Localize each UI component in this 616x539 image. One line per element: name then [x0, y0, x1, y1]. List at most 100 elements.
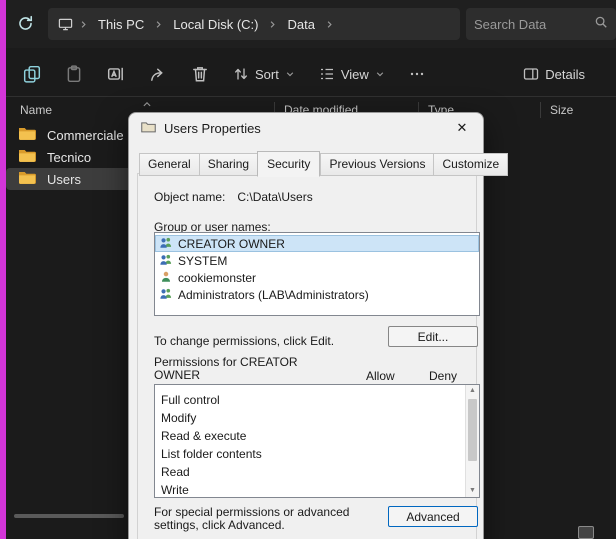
folder-icon [18, 148, 37, 166]
dialog-tabs: General Sharing Security Previous Versio… [139, 151, 508, 176]
search-box [466, 8, 616, 40]
user-name: cookiemonster [178, 271, 256, 285]
deny-column-label: Deny [429, 369, 457, 383]
dialog-folder-icon [141, 121, 156, 136]
view-icon [319, 66, 335, 82]
explorer-toolbar: Sort View [6, 52, 616, 96]
more-options-button[interactable] [400, 59, 434, 89]
group-icon [159, 236, 173, 252]
view-button[interactable]: View [310, 59, 394, 89]
column-header-size[interactable]: Size [550, 103, 573, 117]
view-label: View [341, 67, 369, 82]
permission-row-read-execute[interactable]: Read & execute [155, 427, 479, 445]
dialog-titlebar[interactable]: Users Properties ✕ [129, 113, 483, 143]
sort-button[interactable]: Sort [224, 59, 304, 89]
search-icon [594, 15, 608, 34]
group-name: SYSTEM [178, 254, 227, 268]
permission-name: Read [161, 465, 190, 479]
column-divider[interactable] [540, 102, 541, 118]
details-label: Details [545, 67, 585, 82]
user-icon [159, 270, 173, 286]
chevron-right-icon [154, 20, 163, 29]
chevron-right-icon [325, 20, 334, 29]
paste-icon [65, 65, 83, 83]
details-button[interactable]: Details [514, 59, 594, 89]
copy-icon [23, 65, 41, 83]
file-name: Commerciale [47, 128, 124, 143]
chevron-down-icon [285, 69, 295, 79]
scroll-down-arrow-icon[interactable]: ▼ [466, 485, 479, 497]
permissions-for-label: Permissions for CREATOR OWNER [154, 356, 314, 382]
copy-button[interactable] [14, 58, 50, 90]
refresh-button[interactable] [12, 12, 38, 38]
refresh-icon [17, 20, 34, 35]
allow-column-label: Allow [366, 369, 395, 383]
chevron-right-icon [268, 20, 277, 29]
permission-name: Read & execute [161, 429, 246, 443]
sort-label: Sort [255, 67, 279, 82]
permission-name: Modify [161, 411, 196, 425]
ellipsis-icon [409, 66, 425, 82]
user-row-cookiemonster[interactable]: cookiemonster [155, 269, 479, 286]
close-button[interactable]: ✕ [441, 113, 483, 143]
file-name: Tecnico [47, 150, 91, 165]
search-input[interactable] [474, 17, 594, 32]
breadcrumb-this-pc[interactable]: This PC [94, 15, 148, 34]
this-pc-icon [58, 17, 73, 32]
scroll-up-arrow-icon[interactable]: ▲ [466, 385, 479, 397]
tab-security[interactable]: Security [257, 151, 320, 177]
tab-previous-versions[interactable]: Previous Versions [320, 153, 433, 176]
permissions-vertical-scrollbar[interactable]: ▲ ▼ [465, 385, 479, 497]
group-name: Administrators (LAB\Administrators) [178, 288, 369, 302]
edit-button[interactable]: Edit... [388, 326, 478, 347]
details-panel-icon [523, 66, 539, 82]
folder-icon [18, 170, 37, 188]
group-icon [159, 253, 173, 269]
tab-general[interactable]: General [139, 153, 199, 176]
share-icon [149, 65, 167, 83]
permission-row-write[interactable]: Write [155, 481, 479, 498]
chevron-right-icon [79, 20, 88, 29]
chevron-down-icon [375, 69, 385, 79]
dialog-title: Users Properties [164, 121, 261, 136]
object-name-label: Object name: [154, 190, 225, 204]
object-name-value: C:\Data\Users [237, 190, 312, 204]
security-tab-page: Object name: C:\Data\Users Group or user… [137, 173, 477, 539]
permission-row-full-control[interactable]: Full control [155, 391, 479, 409]
permissions-list: Full control Modify Read & execute List … [154, 384, 480, 498]
advanced-button[interactable]: Advanced [388, 506, 478, 527]
sort-ascending-icon [142, 97, 152, 111]
column-header-name[interactable]: Name [20, 103, 52, 117]
permission-name: List folder contents [161, 447, 262, 461]
rename-button[interactable] [98, 58, 134, 90]
permission-row-read[interactable]: Read [155, 463, 479, 481]
edit-permissions-hint: To change permissions, click Edit. [154, 334, 334, 348]
tab-customize[interactable]: Customize [433, 153, 508, 176]
screen: This PC Local Disk (C:) Data [0, 0, 616, 539]
advanced-settings-hint: For special permissions or advanced sett… [154, 506, 380, 532]
group-row-administrators[interactable]: Administrators (LAB\Administrators) [155, 286, 479, 303]
scrollbar-thumb[interactable] [468, 399, 477, 461]
explorer-navbar: This PC Local Disk (C:) Data [6, 0, 616, 48]
group-user-list: CREATOR OWNER SYSTEM cookiemonster [154, 232, 480, 316]
file-name: Users [47, 172, 81, 187]
horizontal-scrollbar[interactable] [14, 514, 124, 518]
display-tray-icon [578, 526, 594, 539]
permission-name: Full control [161, 393, 220, 407]
group-row-creator-owner[interactable]: CREATOR OWNER [155, 235, 479, 252]
address-bar[interactable]: This PC Local Disk (C:) Data [48, 8, 460, 40]
delete-button[interactable] [182, 58, 218, 90]
group-icon [159, 287, 173, 303]
group-row-system[interactable]: SYSTEM [155, 252, 479, 269]
close-icon: ✕ [457, 120, 468, 135]
permission-name: Write [161, 483, 189, 497]
paste-button[interactable] [56, 58, 92, 90]
sort-icon [233, 66, 249, 82]
group-name: CREATOR OWNER [178, 237, 285, 251]
tab-sharing[interactable]: Sharing [199, 153, 257, 176]
share-button[interactable] [140, 58, 176, 90]
breadcrumb-data[interactable]: Data [283, 15, 318, 34]
breadcrumb-local-disk-c[interactable]: Local Disk (C:) [169, 15, 262, 34]
permission-row-list-folder-contents[interactable]: List folder contents [155, 445, 479, 463]
permission-row-modify[interactable]: Modify [155, 409, 479, 427]
